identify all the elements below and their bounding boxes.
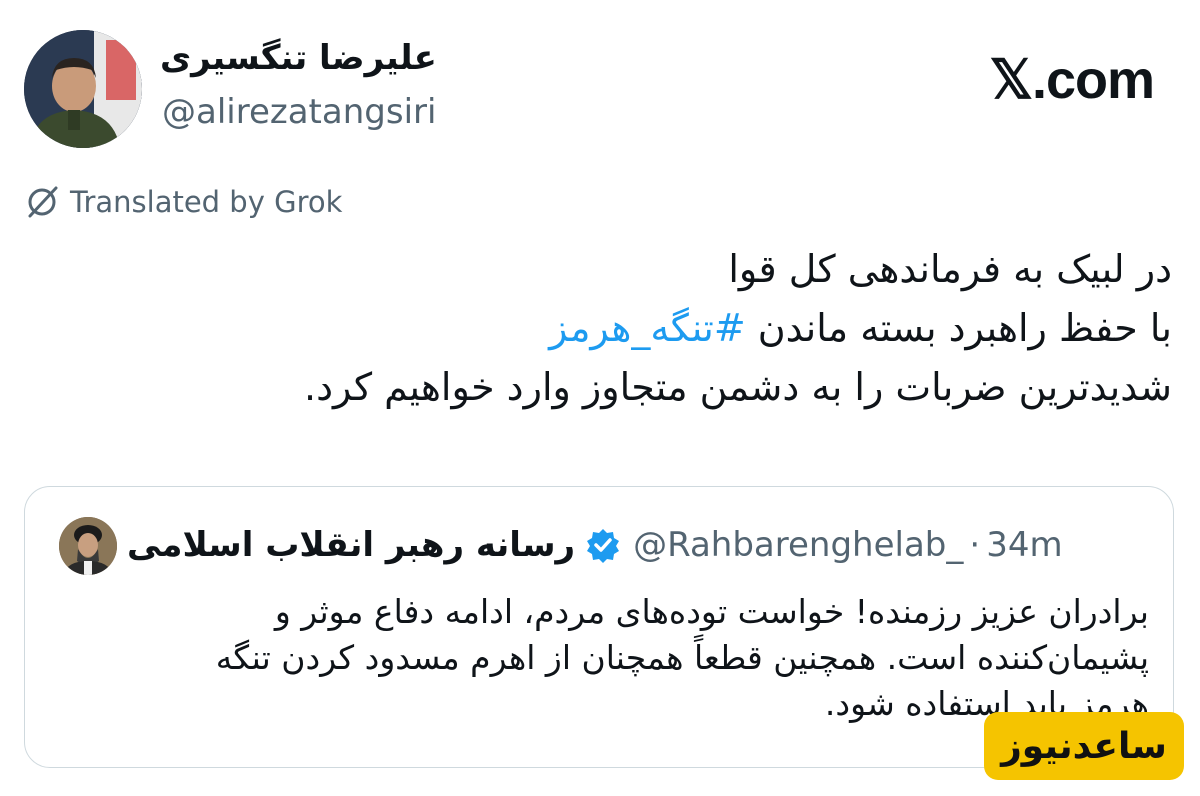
translated-by-label: Translated by Grok [70, 185, 343, 219]
translation-indicator[interactable]: Translated by Grok [24, 184, 342, 220]
site-logo-text: 𝕏.com [989, 50, 1155, 110]
author-avatar[interactable] [24, 30, 142, 148]
tweet-line-1: در لبیک به فرماندهی کل قوا [728, 247, 1172, 291]
tweet-line-2: با حفظ راهبرد بسته ماندن #تنگه_هرمز [172, 299, 1172, 358]
quoted-author-handle[interactable]: @Rahbarenghelab_ [633, 525, 963, 565]
quoted-line-2: پشیمان‌کننده است. همچنین قطعاً همچنان از… [215, 638, 1149, 677]
x-logo[interactable]: 𝕏.com [989, 48, 1155, 111]
tweet-text: در لبیک به فرماندهی کل قوا با حفظ راهبرد… [172, 240, 1172, 417]
translate-off-icon [28, 186, 58, 218]
author-handle[interactable]: @alirezatangsiri [162, 92, 436, 132]
separator-dot: · [969, 525, 981, 565]
quoted-author-row: رسانه رهبر انقلاب اسلامی @Rahbarenghelab… [127, 525, 1063, 565]
watermark-text: ساعدنیوز [1001, 725, 1167, 767]
watermark-badge: ساعدنیوز [984, 712, 1184, 780]
hashtag-link[interactable]: #تنگه_هرمز [549, 306, 746, 350]
quoted-author-avatar[interactable] [59, 517, 117, 575]
avatar-image [24, 30, 142, 148]
quoted-tweet-text: برادران عزیز رزمنده! خواست توده‌های مردم… [89, 589, 1149, 727]
verified-badge-icon [587, 529, 620, 563]
author-name[interactable]: علیرضا تنگسیری [160, 38, 450, 78]
quoted-line-1: برادران عزیز رزمنده! خواست توده‌های مردم… [274, 592, 1149, 631]
tweet-line-3: شدیدترین ضربات را به دشمن متجاوز وارد خو… [303, 365, 1172, 409]
quoted-timestamp[interactable]: 34m [986, 525, 1062, 565]
quoted-author-name[interactable]: رسانه رهبر انقلاب اسلامی [127, 525, 575, 565]
tweet-line-2-text: با حفظ راهبرد بسته ماندن [745, 306, 1172, 350]
quoted-avatar-image [59, 517, 117, 575]
